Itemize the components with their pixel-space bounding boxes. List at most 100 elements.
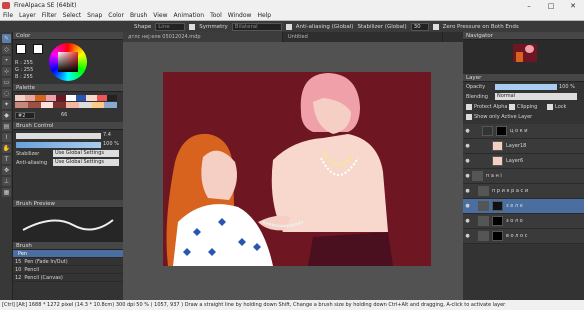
eye-icon[interactable]: ● — [463, 188, 472, 194]
eye-icon[interactable]: ● — [463, 218, 472, 224]
menu-snap[interactable]: Snap — [84, 12, 105, 19]
tab-document-1[interactable]: дтлс неј:еле 05012024.mdp — [123, 32, 283, 42]
gradient-tool-icon[interactable]: ▤ — [2, 122, 11, 131]
menu-help[interactable]: Help — [254, 12, 274, 19]
folder-icon — [478, 231, 489, 241]
palette-panel-header: Palette — [13, 84, 123, 92]
brush-size-slider[interactable] — [16, 133, 101, 139]
eye-icon[interactable]: ● — [463, 128, 472, 134]
brush-opacity-slider[interactable] — [16, 142, 101, 148]
navigator-thumbnail[interactable] — [513, 44, 537, 62]
maximize-icon[interactable]: □ — [540, 2, 562, 10]
palette-swatches-row1[interactable] — [15, 95, 118, 101]
color-wheel[interactable] — [49, 43, 87, 81]
palette-panel: #2 66 — [13, 92, 123, 122]
antialias-checkbox[interactable] — [285, 23, 292, 30]
menu-select[interactable]: Select — [60, 12, 85, 19]
blending-select[interactable]: Normal — [495, 93, 577, 100]
dot-tool-icon[interactable]: • — [2, 56, 11, 65]
select-tool-icon[interactable]: ▭ — [2, 78, 11, 87]
status-bar: [Ctrl] [Alt] 1688 * 1272 pixel (14.3 * 1… — [0, 300, 584, 310]
menu-color[interactable]: Color — [105, 12, 127, 19]
saturation-square[interactable] — [58, 52, 78, 72]
layer-list: ● ц о к и ● Layer18 ● Layer6 ● п а н і ● п р … — [463, 124, 584, 244]
stabilizer-label: Stabilizer (Global) — [357, 23, 407, 30]
opacity-value: 100 % — [559, 84, 575, 90]
palette-swatches-row2[interactable] — [15, 102, 117, 108]
menu-brush[interactable]: Brush — [127, 12, 150, 19]
menu-window[interactable]: Window — [225, 12, 255, 19]
eye-icon[interactable]: ● — [463, 158, 472, 164]
layer-thumbnail — [496, 126, 507, 136]
menu-tool[interactable]: Tool — [207, 12, 225, 19]
brush-tool-icon[interactable]: ✎ — [2, 34, 11, 43]
hand-tool-icon[interactable]: ✋ — [2, 144, 11, 153]
canvas-area[interactable] — [123, 42, 463, 300]
navigator-panel[interactable] — [463, 40, 584, 74]
transform-tool-icon[interactable]: ⊹ — [2, 67, 11, 76]
eye-icon[interactable]: ● — [463, 143, 472, 149]
minimize-icon[interactable]: – — [518, 2, 540, 10]
tab-document-2[interactable]: Untitled — [283, 32, 443, 42]
magic-wand-icon[interactable]: ✦ — [2, 100, 11, 109]
show-only-active-checkbox[interactable] — [466, 114, 472, 120]
antialias-label: Anti-aliasing (Global) — [295, 23, 354, 30]
eye-icon[interactable]: ● — [463, 203, 472, 209]
menu-view[interactable]: View — [150, 12, 170, 19]
menu-layer[interactable]: Layer — [16, 12, 39, 19]
layer-opacity-slider[interactable] — [495, 84, 557, 90]
layer-thumbnail — [492, 156, 503, 166]
layer-row[interactable]: ● з о л о — [463, 214, 584, 229]
brush-control-panel: 7.4 100 % Stabilizer Use Global Settings… — [13, 130, 123, 170]
foreground-color-swatch[interactable] — [16, 44, 26, 54]
stabilizer-select[interactable]: Use Global Settings — [53, 150, 119, 157]
palette-select[interactable]: #2 — [15, 112, 35, 119]
layer-row[interactable]: ● п а н і — [463, 169, 584, 184]
menu-filter[interactable]: Filter — [39, 12, 60, 19]
panel-tool-icon[interactable]: ▦ — [2, 188, 11, 197]
layer-panel-header: Layer — [463, 74, 584, 82]
ruler-tool-icon[interactable]: ⊥ — [2, 177, 11, 186]
menu-bar: File Layer Filter Select Snap Color Brus… — [0, 11, 584, 21]
close-icon[interactable]: ✕ — [562, 2, 584, 10]
brush-item-pencil[interactable]: 10 Pencil — [13, 266, 123, 274]
text-tool-icon[interactable]: T — [2, 155, 11, 164]
navigator-header: Navigator — [463, 32, 584, 40]
layer-row[interactable]: ● Layer6 — [463, 154, 584, 169]
left-panel: Color R : 255 G : 255 B : 255 Palette #2… — [13, 32, 123, 300]
protect-alpha-checkbox[interactable] — [466, 104, 472, 110]
fill-tool-icon[interactable]: ◆ — [2, 111, 11, 120]
background-color-swatch[interactable] — [33, 44, 43, 54]
layer-row[interactable]: ● ц о к и — [463, 124, 584, 139]
eraser-tool-icon[interactable]: ◇ — [2, 45, 11, 54]
brush-item-pen[interactable]: Pen — [13, 250, 123, 258]
move-tool-icon[interactable]: ✥ — [2, 166, 11, 175]
brush-item-pen-fade[interactable]: 15 Pen (Fade In/Out) — [13, 258, 123, 266]
symmetry-checkbox[interactable] — [189, 23, 196, 30]
eyedropper-icon[interactable]: ⌇ — [2, 133, 11, 142]
layer-properties: Opacity 100 % Blending Normal Protect Al… — [463, 82, 584, 124]
green-value: G : 255 — [15, 67, 34, 73]
menu-animation[interactable]: Animation — [171, 12, 208, 19]
stabilizer-select[interactable]: 30 — [410, 22, 429, 31]
layer-row[interactable]: ● з е л е — [463, 199, 584, 214]
pressure-checkbox[interactable] — [432, 23, 439, 30]
lock-checkbox[interactable] — [547, 104, 553, 110]
menu-file[interactable]: File — [0, 12, 16, 19]
artwork-canvas[interactable] — [163, 72, 431, 266]
eye-icon[interactable]: ● — [463, 233, 472, 239]
layer-row[interactable]: ● п р и к р а с и — [463, 184, 584, 199]
layer-row[interactable]: ● в о л о с — [463, 229, 584, 244]
pressure-label: Zero Pressure on Both Ends — [442, 23, 519, 30]
eye-icon[interactable]: ● — [463, 173, 472, 179]
tool-palette: ✎ ◇ • ⊹ ▭ ◌ ✦ ◆ ▤ ⌇ ✋ T ✥ ⊥ ▦ — [0, 32, 13, 300]
antialias-select[interactable]: Use Global Settings — [53, 159, 119, 166]
clipping-checkbox[interactable] — [509, 104, 515, 110]
brush-panel-header: Brush — [13, 242, 123, 250]
shape-select[interactable]: Line — [155, 22, 186, 31]
layer-row[interactable]: ● Layer18 — [463, 139, 584, 154]
brush-opacity-value: 100 % — [103, 141, 119, 147]
brush-item-pencil-canvas[interactable]: 12 Pencil (Canvas) — [13, 274, 123, 282]
lasso-tool-icon[interactable]: ◌ — [2, 89, 11, 98]
symmetry-select[interactable]: Bilateral — [231, 22, 282, 31]
